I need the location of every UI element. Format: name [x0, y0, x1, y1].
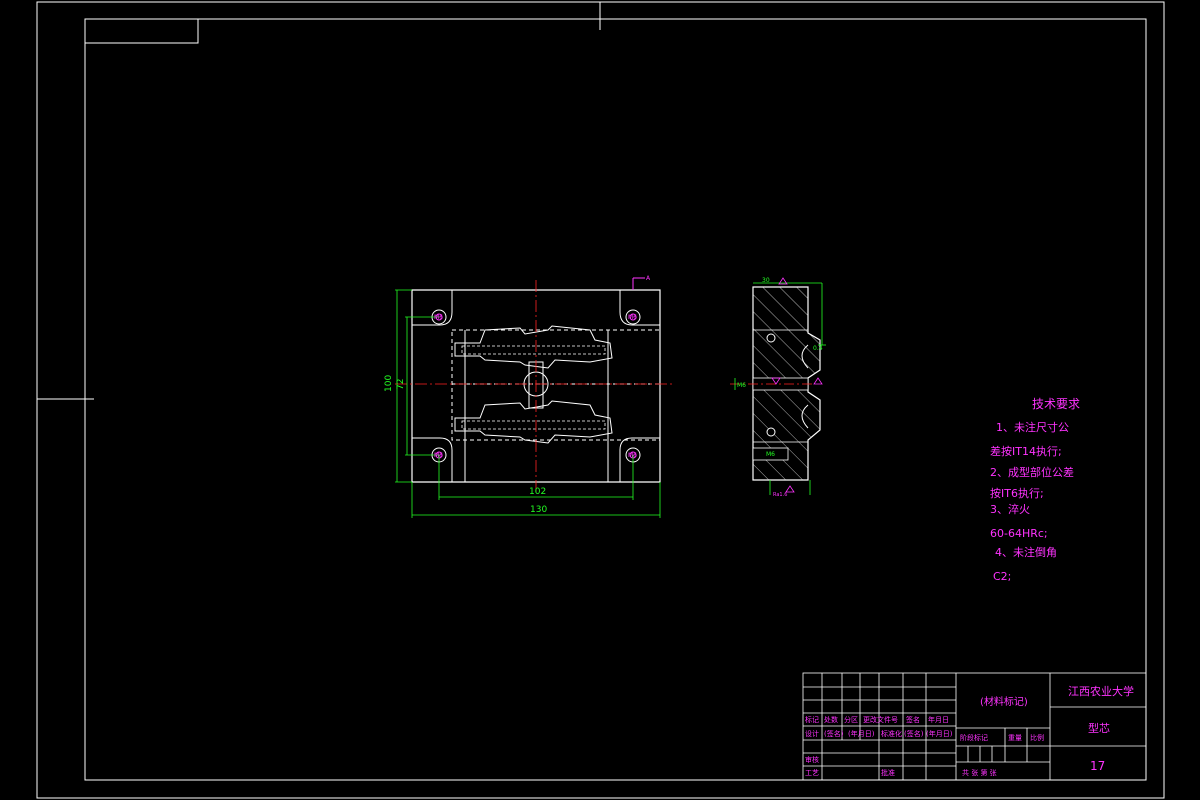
side-hole-upper: [766, 333, 776, 343]
code-box: [84, 18, 199, 44]
hole-label-tl: M6: [434, 314, 443, 321]
inner-pocket: [451, 329, 661, 441]
review-label: 审核: [805, 755, 819, 764]
school-name: 江西农业大学: [1068, 684, 1134, 698]
side-roughness-label: Ra1.6: [773, 492, 787, 498]
tech-line-1: 1、未注尺寸公: [996, 420, 1069, 434]
section-mark-label: A: [646, 275, 651, 282]
design-cell-4: (签名): [904, 729, 924, 738]
hole-label-tr: M6: [628, 314, 637, 321]
dim-width-inner: 102: [529, 487, 546, 497]
lower-runner: [461, 420, 606, 430]
dimension-lines: [395, 289, 661, 518]
design-cell-2: (年月日): [848, 729, 875, 738]
design-cell-1: (签名): [824, 729, 844, 738]
row-label-5: 年月日: [928, 715, 949, 724]
dim-height-outer: 100: [384, 375, 394, 392]
tech-line-5: 3、淬火: [990, 502, 1030, 516]
approve-label: 批准: [881, 768, 895, 777]
upper-runner: [461, 345, 606, 355]
outer-sheet-border: [36, 1, 1165, 799]
row-label-1: 处数: [824, 715, 838, 724]
side-dim-small: 0.4: [813, 345, 823, 352]
row-label-3: 更改文件号: [863, 715, 898, 724]
design-cell-5: (年月日): [926, 729, 953, 738]
tech-line-3: 2、成型部位公差: [990, 465, 1074, 479]
tech-line-8: C2;: [993, 570, 1011, 583]
weight-label: 重量: [1008, 734, 1022, 742]
corner-cut-tr: [619, 290, 660, 326]
lower-cavity: [454, 400, 613, 444]
design-cell-3: 标准化: [881, 729, 902, 738]
tech-line-2: 差按IT14执行;: [990, 444, 1062, 458]
roughness-right: [813, 377, 823, 385]
material-mark: (材料标记): [980, 695, 1028, 708]
sheets-label: 共 张 第 张: [962, 768, 997, 777]
side-view: 30 0.4 M6 M6 Ra1.6: [730, 277, 826, 498]
cad-drawing-canvas: 100 72 102 130 M6 M6 M6 M6 A 30 0.4 M6 M…: [36, 1, 1165, 799]
dim-height-inner: 72: [396, 379, 406, 390]
tech-requirements: 技术要求 1、未注尺寸公 差按IT14执行; 2、成型部位公差 按IT6执行; …: [990, 397, 1080, 583]
corner-cut-br: [619, 437, 660, 482]
side-dim-top: 30: [762, 277, 770, 284]
design-cell-0: 设计: [805, 729, 819, 738]
hole-label-br: M6: [628, 452, 637, 459]
sheet-number: 17: [1090, 759, 1105, 773]
row-label-2: 分区: [844, 715, 858, 724]
row-label-0: 标记: [805, 715, 819, 724]
row-label-4: 签名: [906, 715, 920, 724]
tech-line-4: 按IT6执行;: [990, 486, 1044, 500]
corner-cut-tl: [412, 290, 453, 326]
process-label: 工艺: [805, 769, 819, 777]
dim-width-outer: 130: [530, 505, 547, 515]
main-view: 100 72 102 130 M6 M6 M6 M6 A: [384, 275, 672, 518]
stage-label: 阶段标记: [960, 733, 988, 742]
tech-title: 技术要求: [1032, 397, 1080, 411]
tech-line-7: 4、未注倒角: [995, 545, 1057, 559]
scale-label: 比例: [1030, 733, 1044, 742]
corner-cut-bl: [412, 437, 453, 482]
side-hole-lower: [766, 427, 776, 437]
inner-frame: [84, 18, 1147, 781]
side-dim-hole: M6: [766, 451, 775, 458]
hole-label-bl: M6: [434, 452, 443, 459]
part-name: 型芯: [1088, 721, 1110, 735]
tech-line-6: 60-64HRc;: [990, 527, 1048, 540]
side-dim-bottom: M6: [737, 382, 746, 389]
